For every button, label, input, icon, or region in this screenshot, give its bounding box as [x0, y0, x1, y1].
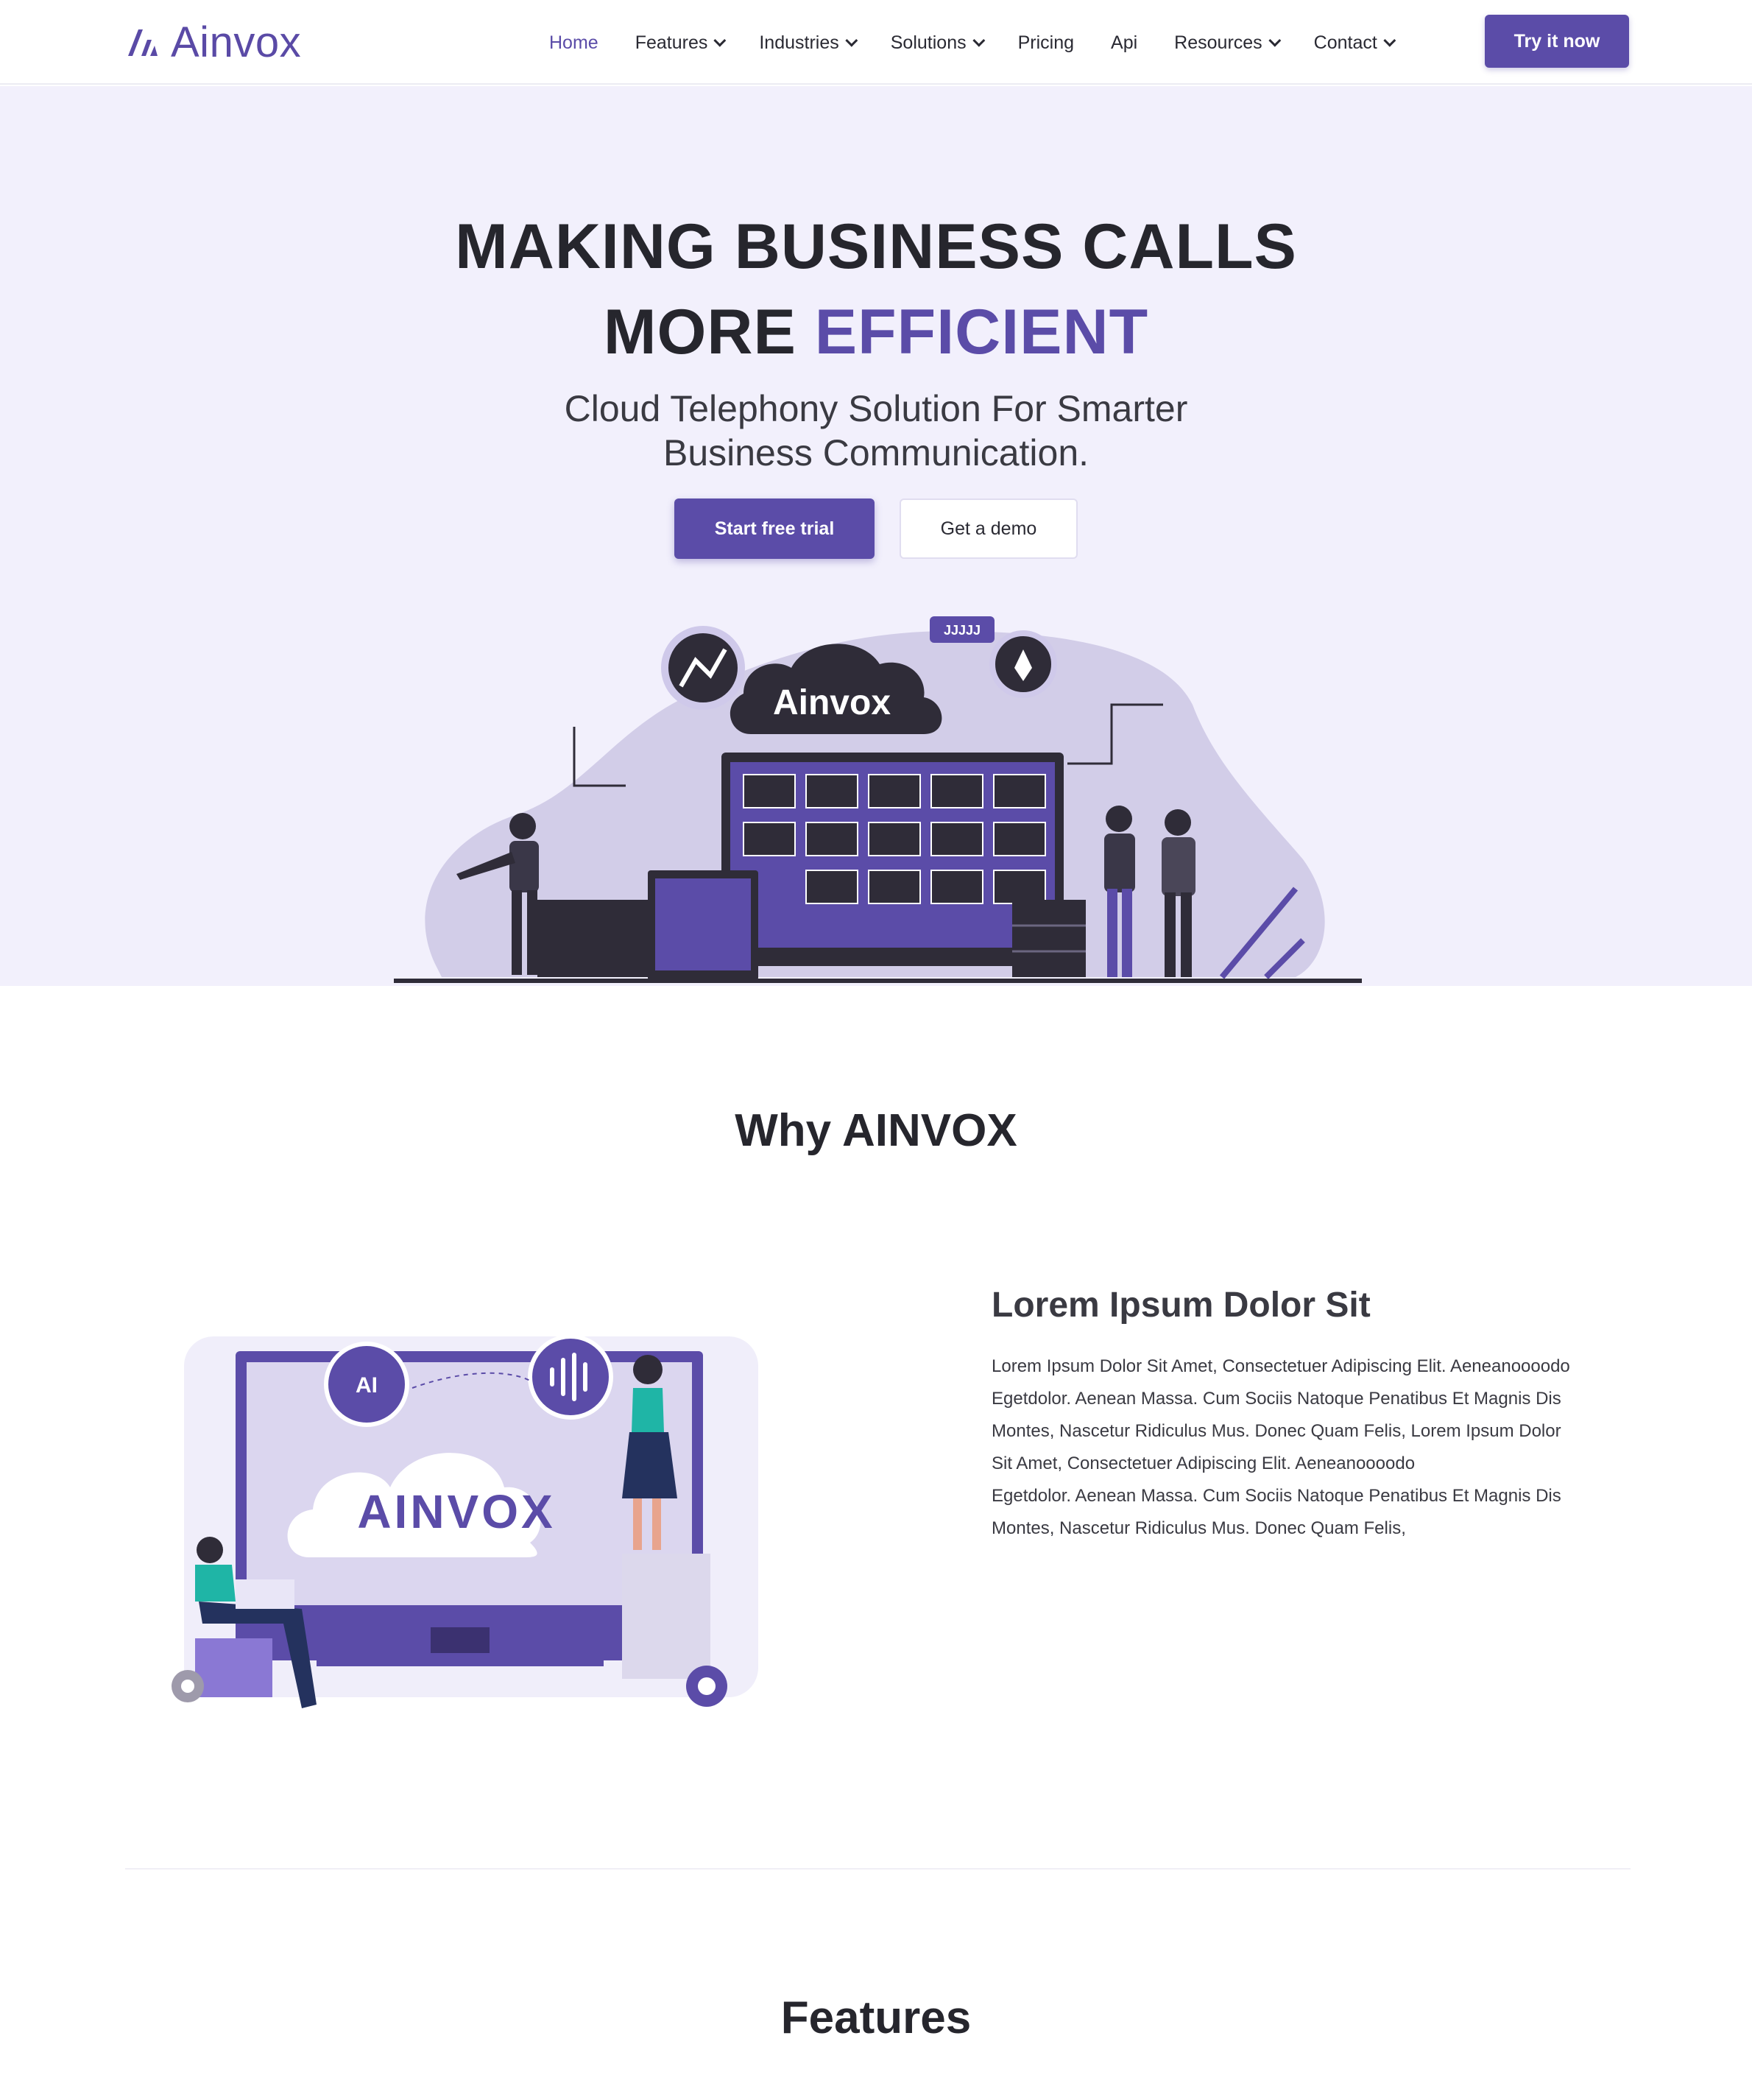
nav-item-label: Home	[549, 32, 598, 53]
hero-title-line2: MORE	[603, 297, 815, 367]
hero-title-line1: MAKING BUSINESS CALLS	[455, 211, 1297, 282]
nav-item-label: Contact	[1313, 32, 1377, 53]
why-paragraph-line: Lorem Ipsum Dolor Sit Amet, Consectetuer…	[992, 1356, 1570, 1376]
try-it-now-button[interactable]: Try it now	[1485, 15, 1629, 68]
server-rack	[1012, 900, 1086, 977]
gear-icon	[686, 1666, 727, 1707]
nav-item-pricing[interactable]: Pricing	[1018, 32, 1074, 54]
nav-item-label: Api	[1111, 32, 1138, 53]
features-section-title: Features	[780, 1992, 972, 2043]
why-paragraph-line: Egetdolor. Aenean Massa. Cum Sociis Nato…	[992, 1389, 1561, 1409]
hero-section: MAKING BUSINESS CALLS MORE EFFICIENT Clo…	[0, 86, 1752, 986]
nav-item-label: Resources	[1174, 32, 1262, 53]
why-paragraph-line: Montes, Nascetur Ridiculus Mus. Donec Qu…	[992, 1518, 1406, 1538]
nav-item-api[interactable]: Api	[1111, 32, 1137, 54]
why-illustration-label: AINVOX	[357, 1485, 555, 1538]
nav-item-label: Solutions	[890, 32, 967, 53]
hero-title-accent: EFFICIENT	[814, 297, 1149, 367]
nav-item-label: Pricing	[1017, 32, 1075, 53]
why-paragraph: Lorem Ipsum Dolor Sit Amet, Consectetuer…	[992, 1350, 1632, 1545]
chevron-down-icon	[845, 34, 858, 47]
brand-logo[interactable]: Ainvox	[125, 16, 301, 68]
svg-text:AI: AI	[356, 1373, 378, 1398]
why-paragraph-line: Sit Amet, Consectetuer Adipiscing Elit. …	[992, 1454, 1416, 1473]
top-navbar: Ainvox Home Features Industries Solutions Pr…	[0, 0, 1752, 85]
nav-item-solutions[interactable]: Solutions	[890, 32, 985, 54]
section-divider	[125, 1868, 1631, 1870]
nav-item-home[interactable]: Home	[549, 32, 598, 54]
illustration-cloud-label: Ainvox	[773, 683, 891, 722]
why-illustration: AINVOX AI	[172, 1334, 758, 1708]
nav-item-resources[interactable]: Resources	[1174, 32, 1281, 54]
start-free-trial-button[interactable]: Start free trial	[674, 498, 875, 559]
gear-icon-small	[172, 1670, 204, 1702]
hero-subtitle-line1: Cloud Telephony Solution For Smarter	[564, 388, 1188, 429]
get-a-demo-button[interactable]: Get a demo	[900, 498, 1078, 559]
brand-name: Ainvox	[171, 18, 302, 66]
chevron-down-icon	[713, 34, 727, 47]
why-heading: Lorem Ipsum Dolor Sit	[992, 1286, 1371, 1325]
hero-subtitle-line2: Business Communication.	[663, 432, 1089, 473]
nav-item-label: Features	[635, 32, 708, 53]
hero-subtitle: Cloud Telephony Solution For Smarter Bus…	[0, 387, 1752, 475]
chevron-down-icon	[1268, 34, 1281, 47]
ainvox-logo-icon	[128, 29, 158, 56]
nav-item-label: Industries	[759, 32, 839, 53]
why-paragraph-line: Montes, Nascetur Ridiculus Mus. Donec Qu…	[992, 1421, 1561, 1441]
why-paragraph-line: Egetdolor. Aenean Massa. Cum Sociis Nato…	[992, 1486, 1561, 1506]
svg-text:JJJJJ: JJJJJ	[944, 623, 981, 638]
voice-wave-icon	[528, 1334, 613, 1420]
desk	[537, 900, 651, 977]
nav-item-contact[interactable]: Contact	[1313, 32, 1396, 54]
nav-item-features[interactable]: Features	[635, 32, 727, 54]
chevron-down-icon	[972, 34, 985, 47]
chevron-down-icon	[1383, 34, 1396, 47]
nav-item-industries[interactable]: Industries	[759, 32, 858, 54]
main-menu: Home Features Industries Solutions Pricing Ap…	[549, 28, 1429, 57]
hero-title: MAKING BUSINESS CALLS MORE EFFICIENT	[0, 204, 1752, 375]
hero-illustration: Ainvox JJJJJ	[394, 616, 1362, 983]
why-section-title: Why AINVOX	[735, 1105, 1017, 1156]
